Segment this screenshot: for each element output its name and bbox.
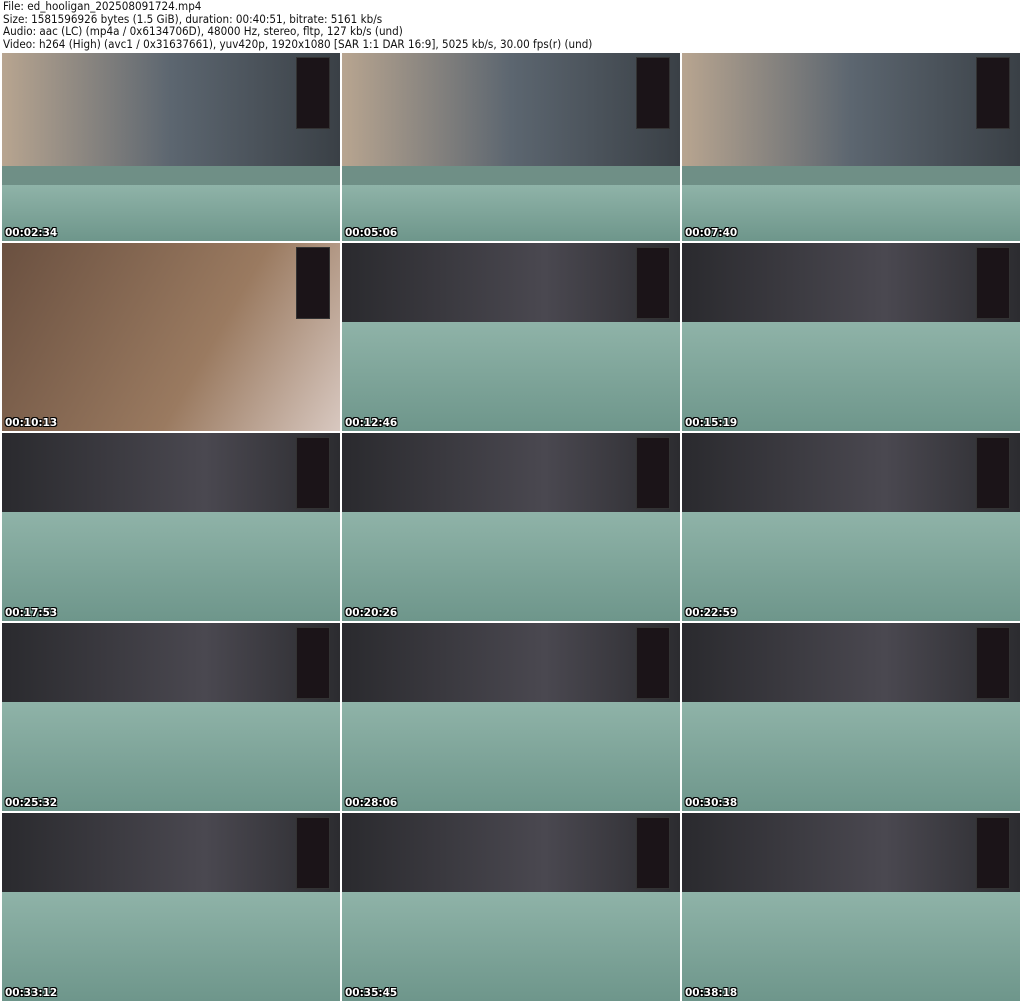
video-thumbnail[interactable]: 00:05:06	[342, 53, 680, 241]
thumbnail-scene	[682, 511, 1020, 621]
video-thumbnail[interactable]: 00:10:13	[2, 243, 340, 431]
video-thumbnail[interactable]: 00:02:34	[2, 53, 340, 241]
video-thumbnail[interactable]: 00:38:18	[682, 813, 1020, 1001]
thumbnail-background	[682, 623, 1020, 708]
stream-overlay-panel	[296, 627, 330, 699]
audio-info: Audio: aac (LC) (mp4a / 0x6134706D), 480…	[3, 25, 403, 39]
thumbnail-background	[2, 243, 340, 431]
stream-overlay-panel	[976, 817, 1010, 889]
thumbnail-background	[682, 53, 1020, 166]
thumbnail-timestamp: 00:05:06	[345, 227, 398, 239]
thumbnail-grid: 00:02:34 00:05:06 00:07:40 00:10:13 00:12:46…	[2, 53, 1020, 1001]
stream-overlay-panel	[636, 817, 670, 889]
thumbnail-background	[342, 813, 680, 898]
stream-overlay-panel	[636, 247, 670, 319]
thumbnail-timestamp: 00:10:13	[5, 417, 58, 429]
stream-overlay-panel	[636, 437, 670, 509]
thumbnail-scene	[342, 701, 680, 811]
thumbnail-scene	[342, 891, 680, 1001]
thumbnail-background	[342, 623, 680, 708]
video-thumbnail[interactable]: 00:20:26	[342, 433, 680, 621]
thumbnail-background	[342, 433, 680, 518]
thumbnail-timestamp: 00:15:19	[685, 417, 738, 429]
video-thumbnail[interactable]: 00:15:19	[682, 243, 1020, 431]
stream-overlay-panel	[976, 57, 1010, 129]
thumbnail-background	[2, 53, 340, 166]
thumbnail-timestamp: 00:30:38	[685, 797, 738, 809]
video-thumbnail[interactable]: 00:07:40	[682, 53, 1020, 241]
thumbnail-timestamp: 00:33:12	[5, 987, 58, 999]
thumbnail-background	[682, 813, 1020, 898]
thumbnail-scene	[2, 701, 340, 811]
thumbnail-background	[2, 433, 340, 518]
thumbnail-timestamp: 00:02:34	[5, 227, 58, 239]
thumbnail-timestamp: 00:07:40	[685, 227, 738, 239]
thumbnail-background	[2, 623, 340, 708]
thumbnail-background	[2, 813, 340, 898]
video-info: Video: h264 (High) (avc1 / 0x31637661), …	[3, 37, 593, 51]
video-thumbnail[interactable]: 00:12:46	[342, 243, 680, 431]
stream-overlay-panel	[636, 57, 670, 129]
stream-overlay-panel	[976, 437, 1010, 509]
thumbnail-scene	[342, 511, 680, 621]
thumbnail-timestamp: 00:25:32	[5, 797, 58, 809]
stream-overlay-panel	[296, 817, 330, 889]
thumbnail-scene	[2, 511, 340, 621]
video-thumbnail[interactable]: 00:30:38	[682, 623, 1020, 811]
thumbnail-scene	[342, 321, 680, 431]
stream-overlay-panel	[976, 247, 1010, 319]
video-thumbnail[interactable]: 00:25:32	[2, 623, 340, 811]
video-thumbnail[interactable]: 00:33:12	[2, 813, 340, 1001]
file-name: File: ed_hooligan_202508091724.mp4	[3, 0, 202, 13]
thumbnail-scene	[682, 701, 1020, 811]
thumbnail-timestamp: 00:12:46	[345, 417, 398, 429]
thumbnail-background	[682, 433, 1020, 518]
file-info-header: File: ed_hooligan_202508091724.mp4 Size: …	[3, 0, 593, 51]
stream-overlay-panel	[296, 437, 330, 509]
video-thumbnail[interactable]: 00:35:45	[342, 813, 680, 1001]
stream-overlay-panel	[296, 247, 330, 319]
video-thumbnail[interactable]: 00:22:59	[682, 433, 1020, 621]
video-thumbnail[interactable]: 00:28:06	[342, 623, 680, 811]
thumbnail-timestamp: 00:20:26	[345, 607, 398, 619]
thumbnail-timestamp: 00:35:45	[345, 987, 398, 999]
thumbnail-timestamp: 00:38:18	[685, 987, 738, 999]
thumbnail-timestamp: 00:28:06	[345, 797, 398, 809]
stream-overlay-panel	[976, 627, 1010, 699]
thumbnail-scene	[2, 891, 340, 1001]
thumbnail-scene	[682, 321, 1020, 431]
thumbnail-timestamp: 00:17:53	[5, 607, 58, 619]
thumbnail-background	[342, 53, 680, 166]
stream-overlay-panel	[296, 57, 330, 129]
video-thumbnail[interactable]: 00:17:53	[2, 433, 340, 621]
thumbnail-background	[682, 243, 1020, 328]
thumbnail-timestamp: 00:22:59	[685, 607, 738, 619]
thumbnail-scene	[682, 891, 1020, 1001]
thumbnail-background	[342, 243, 680, 328]
stream-overlay-panel	[636, 627, 670, 699]
